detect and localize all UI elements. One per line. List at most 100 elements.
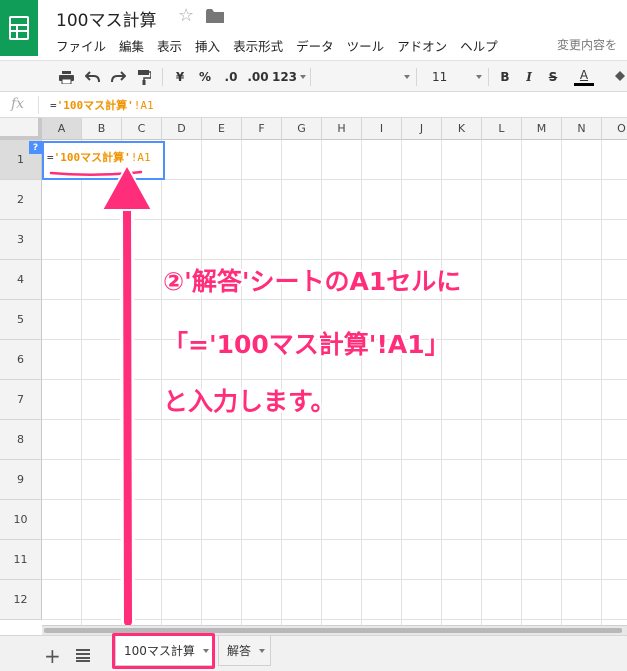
annotation-line-3: と入力します。 [163, 387, 336, 416]
column-header-d[interactable]: D [162, 118, 202, 140]
toolbar-separator [310, 68, 311, 86]
number-format-dropdown[interactable]: 123 [271, 67, 307, 87]
italic-button[interactable]: I [520, 67, 538, 87]
grid-column-line [401, 140, 402, 625]
annotation-arrow [101, 164, 153, 629]
column-header-a[interactable]: A [42, 118, 82, 140]
grid-column-line [601, 140, 602, 625]
currency-button[interactable]: ¥ [172, 67, 188, 87]
column-header-j[interactable]: J [402, 118, 442, 140]
font-size-value: 11 [432, 70, 448, 84]
column-header-n[interactable]: N [562, 118, 602, 140]
chevron-down-icon [404, 75, 410, 79]
menu-file[interactable]: ファイル [56, 36, 106, 55]
sheet-tab-label: 解答 [227, 644, 252, 658]
undo-icon[interactable] [82, 67, 102, 87]
menu-view[interactable]: 表示 [157, 36, 182, 55]
spreadsheet-app: 100マス計算 ☆ ファイル 編集 表示 挿入 表示形式 データ ツール アドオ… [0, 0, 627, 671]
column-header-k[interactable]: K [442, 118, 482, 140]
toolbar-separator [162, 68, 163, 86]
app-header: 100マス計算 ☆ ファイル 編集 表示 挿入 表示形式 データ ツール アドオ… [0, 0, 627, 60]
grid-column-line [161, 140, 162, 625]
all-sheets-list-icon[interactable] [76, 647, 90, 662]
formula-help-badge[interactable]: ? [29, 141, 42, 154]
sheets-logo-icon[interactable] [0, 0, 38, 56]
toolbar-separator [488, 68, 489, 86]
column-header-i[interactable]: I [362, 118, 402, 140]
chevron-down-icon[interactable] [259, 648, 266, 653]
row-header-2[interactable]: 2 [0, 180, 42, 220]
column-header-l[interactable]: L [482, 118, 522, 140]
column-header-f[interactable]: F [242, 118, 282, 140]
redo-icon[interactable] [108, 67, 128, 87]
formula-separator [38, 96, 39, 114]
menu-format[interactable]: 表示形式 [233, 36, 283, 55]
menu-help[interactable]: ヘルプ [460, 36, 498, 55]
font-family-dropdown[interactable] [318, 67, 410, 87]
column-header-o[interactable]: O [602, 118, 627, 140]
chevron-down-icon [300, 75, 307, 79]
fx-icon: fx [11, 96, 25, 112]
row-header-10[interactable]: 10 [0, 500, 42, 540]
row-header-12[interactable]: 12 [0, 580, 42, 620]
sheet-tab-kaito[interactable]: 解答 [218, 636, 271, 666]
row-header-6[interactable]: 6 [0, 340, 42, 380]
toolbar: ¥ % .0 .00 123 11 B I S A [0, 60, 627, 92]
column-header-g[interactable]: G [282, 118, 322, 140]
row-header-11[interactable]: 11 [0, 540, 42, 580]
fill-color-icon[interactable] [612, 67, 627, 87]
row-header-9[interactable]: 9 [0, 460, 42, 500]
row-header-7[interactable]: 7 [0, 380, 42, 420]
menu-addons[interactable]: アドオン [397, 36, 447, 55]
annotation-line-2: 「='100マス計算'!A1」 [163, 330, 450, 359]
grid-column-line [521, 140, 522, 625]
row-header-5[interactable]: 5 [0, 300, 42, 340]
folder-icon[interactable] [206, 8, 224, 23]
column-header-h[interactable]: H [322, 118, 362, 140]
document-title[interactable]: 100マス計算 [56, 6, 156, 31]
column-header-e[interactable]: E [202, 118, 242, 140]
bold-button[interactable]: B [496, 67, 514, 87]
cell-formula-equals: = [47, 151, 54, 164]
row-header-3[interactable]: 3 [0, 220, 42, 260]
annotation-tab-highlight [112, 633, 215, 669]
grid-column-line [441, 140, 442, 625]
column-header-m[interactable]: M [522, 118, 562, 140]
formula-cell-ref: !A1 [133, 99, 154, 112]
decrease-decimal-button[interactable]: .0 [220, 67, 242, 87]
star-icon[interactable]: ☆ [178, 5, 194, 26]
number-format-label: 123 [271, 70, 298, 84]
column-header-c[interactable]: C [122, 118, 162, 140]
annotation-line-1: ②'解答'シートのA1セルに [163, 267, 462, 296]
menu-edit[interactable]: 編集 [119, 36, 144, 55]
select-all-corner[interactable] [0, 118, 42, 140]
toolbar-separator [416, 68, 417, 86]
formula-input[interactable]: ='100マス計算'!A1 [50, 97, 154, 113]
print-icon[interactable] [56, 67, 76, 87]
menu-insert[interactable]: 挿入 [195, 36, 220, 55]
grid-column-line [81, 140, 82, 625]
formula-equals: = [50, 99, 57, 112]
text-color-swatch [574, 83, 594, 86]
add-sheet-button[interactable]: + [44, 644, 61, 668]
font-size-dropdown[interactable]: 11 [424, 67, 482, 87]
sheet-tab-bar: + 100マス計算 解答 [0, 635, 627, 671]
grid-column-line [481, 140, 482, 625]
text-color-label: A [579, 68, 589, 82]
text-color-button[interactable]: A [570, 67, 598, 87]
formula-sheet-ref: '100マス計算' [56, 99, 134, 112]
row-header-4[interactable]: 4 [0, 260, 42, 300]
save-status[interactable]: 変更内容を [557, 36, 617, 53]
percent-button[interactable]: % [196, 67, 214, 87]
grid-column-line [561, 140, 562, 625]
menu-data[interactable]: データ [296, 36, 334, 55]
increase-decimal-button[interactable]: .00 [245, 67, 271, 87]
grid-column-line [361, 140, 362, 625]
row-header-8[interactable]: 8 [0, 420, 42, 460]
menu-tools[interactable]: ツール [347, 36, 385, 55]
paint-format-icon[interactable] [134, 67, 154, 87]
strikethrough-button[interactable]: S [544, 67, 562, 87]
formula-bar: fx ='100マス計算'!A1 [0, 92, 627, 118]
chevron-down-icon [476, 75, 482, 79]
column-header-b[interactable]: B [82, 118, 122, 140]
